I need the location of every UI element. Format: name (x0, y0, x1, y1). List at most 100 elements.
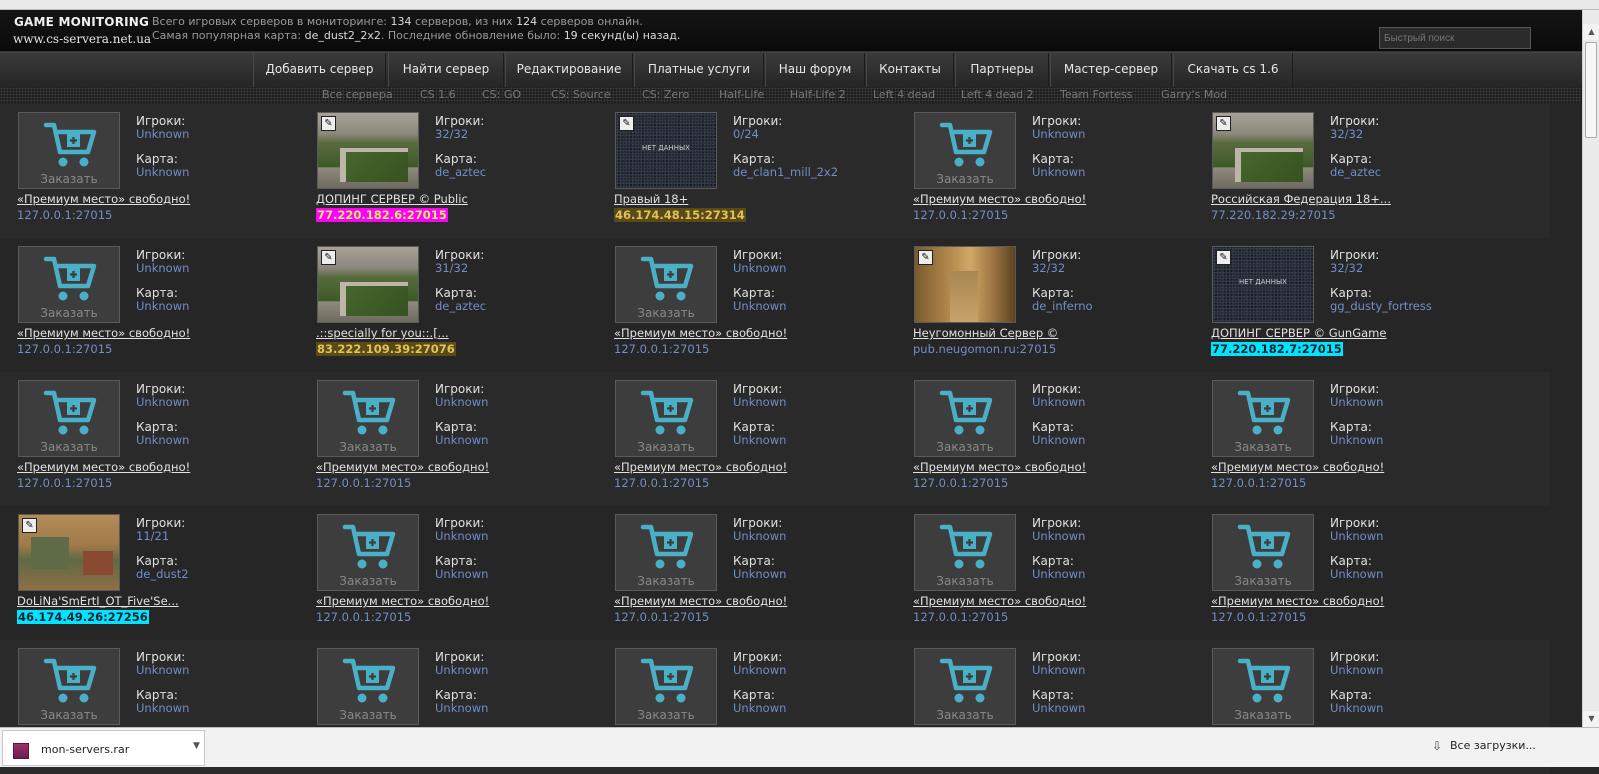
order-premium-button[interactable]: Заказать (18, 112, 120, 189)
server-name-link[interactable]: «Премиум место» свободно! (913, 594, 1086, 608)
all-downloads-link[interactable]: Все загрузки... (1450, 739, 1536, 752)
server-address[interactable]: 46.174.49.26:27256 (17, 610, 149, 624)
server-card[interactable]: ✎ Игроки: 32/32 Карта: de_aztec ДОПИНГ СЕРВЕР… (315, 104, 613, 238)
cart-icon[interactable]: Заказать (19, 381, 119, 456)
order-premium-button[interactable]: Заказать (615, 380, 717, 457)
cart-icon[interactable]: Заказать (19, 113, 119, 188)
order-premium-button[interactable]: Заказать (1212, 648, 1314, 725)
server-name-link[interactable]: «Премиум место» свободно! (1211, 460, 1384, 474)
premium-slot-card[interactable]: Заказать Игроки: Unknown Карта: Unknown «Прем… (613, 372, 911, 506)
cart-icon[interactable]: Заказать (616, 649, 716, 724)
page-scrollbar[interactable]: ▲ ▼ (1582, 10, 1599, 727)
order-premium-button[interactable]: Заказать (914, 514, 1016, 591)
order-premium-button[interactable]: Заказать (914, 112, 1016, 189)
cart-icon[interactable]: Заказать (915, 515, 1015, 590)
nav-link[interactable]: Контакты (866, 53, 954, 87)
server-name-link[interactable]: «Премиум место» свободно! (17, 192, 190, 206)
server-name-link[interactable]: Неугомонный Сервер © (913, 326, 1058, 340)
server-address[interactable]: pub.neugomon.ru:27015 (913, 342, 1056, 356)
map-thumbnail[interactable]: ✎ (317, 246, 419, 323)
server-address[interactable]: 127.0.0.1:27015 (316, 476, 411, 490)
premium-slot-card[interactable]: Заказать Игроки: Unknown Карта: Unknown «Прем… (912, 104, 1210, 238)
cart-icon[interactable]: Заказать (318, 515, 418, 590)
cart-icon[interactable]: Заказать (318, 649, 418, 724)
server-address[interactable]: 127.0.0.1:27015 (1211, 610, 1306, 624)
server-name-link[interactable]: «Премиум место» свободно! (614, 326, 787, 340)
premium-slot-card[interactable]: Заказать Игроки: Unknown Карта: Unknown «Прем… (315, 506, 613, 640)
cart-icon[interactable]: Заказать (616, 381, 716, 456)
game-filter-link[interactable]: Half-Life 2 (790, 88, 846, 101)
map-thumbnail[interactable]: ✎ (317, 112, 419, 189)
map-thumbnail[interactable]: ✎ (1212, 112, 1314, 189)
server-name-link[interactable]: Правый 18+ (614, 192, 688, 206)
order-premium-button[interactable]: Заказать (317, 514, 419, 591)
server-card[interactable]: ✎ НЕТ ДАННЫХ Игроки: 32/32 Карта: gg_dusty_fo… (1210, 238, 1508, 372)
nav-link[interactable]: Добавить сервер (253, 53, 386, 87)
game-filter-link[interactable]: CS 1.6 (420, 88, 456, 101)
premium-slot-card[interactable]: Заказать Игроки: Unknown Карта: Unknown «Прем… (16, 104, 314, 238)
game-filter-link[interactable]: CS: GO (482, 88, 521, 101)
nav-link[interactable]: Мастер-сервер (1050, 53, 1172, 87)
server-card[interactable]: ✎ Игроки: 31/32 Карта: de_aztec .::specially … (315, 238, 613, 372)
cart-icon[interactable]: Заказать (915, 381, 1015, 456)
server-address[interactable]: 127.0.0.1:27015 (17, 342, 112, 356)
premium-slot-card[interactable]: Заказать Игроки: Unknown Карта: Unknown «Прем… (16, 372, 314, 506)
premium-slot-card[interactable]: Заказать Игроки: Unknown Карта: Unknown «Прем… (16, 238, 314, 372)
cart-icon[interactable]: Заказать (915, 113, 1015, 188)
premium-slot-card[interactable]: Заказать Игроки: Unknown Карта: Unknown «Прем… (315, 372, 613, 506)
order-premium-button[interactable]: Заказать (1212, 380, 1314, 457)
server-name-link[interactable]: «Премиум место» свободно! (1211, 594, 1384, 608)
cart-icon[interactable]: Заказать (616, 515, 716, 590)
quick-search-input[interactable] (1379, 27, 1531, 49)
scroll-up-icon[interactable]: ▲ (1583, 24, 1599, 40)
map-thumbnail[interactable]: ✎ НЕТ ДАННЫХ (1212, 246, 1314, 323)
game-filter-link[interactable]: Left 4 dead (873, 88, 935, 101)
nav-link[interactable]: Найти сервер (388, 53, 504, 87)
nav-link[interactable]: Партнеры (955, 53, 1049, 87)
cart-icon[interactable]: Заказать (616, 247, 716, 322)
server-card[interactable]: ✎ Игроки: 32/32 Карта: de_inferno Неугомонный… (912, 238, 1210, 372)
server-address[interactable]: 46.174.48.15:27314 (614, 208, 746, 222)
server-name-link[interactable]: «Премиум место» свободно! (17, 460, 190, 474)
nav-link[interactable]: Наш форум (765, 53, 865, 87)
order-premium-button[interactable]: Заказать (18, 380, 120, 457)
nav-link[interactable]: Платные услуги (634, 53, 764, 87)
server-address[interactable]: 127.0.0.1:27015 (316, 610, 411, 624)
server-name-link[interactable]: Российская Федерация 18+... (1211, 192, 1391, 206)
game-filter-link[interactable]: Team Fortess (1060, 88, 1132, 101)
map-thumbnail[interactable]: ✎ НЕТ ДАННЫХ (615, 112, 717, 189)
cart-icon[interactable]: Заказать (318, 381, 418, 456)
server-name-link[interactable]: «Премиум место» свободно! (614, 460, 787, 474)
order-premium-button[interactable]: Заказать (1212, 514, 1314, 591)
premium-slot-card[interactable]: Заказать Игроки: Unknown Карта: Unknown «Прем… (613, 506, 911, 640)
order-premium-button[interactable]: Заказать (18, 246, 120, 323)
server-name-link[interactable]: «Премиум место» свободно! (316, 594, 489, 608)
server-address[interactable]: 127.0.0.1:27015 (614, 342, 709, 356)
server-name-link[interactable]: .::specially for you::.[... (316, 326, 449, 340)
cart-icon[interactable]: Заказать (1213, 515, 1313, 590)
server-name-link[interactable]: «Премиум место» свободно! (17, 326, 190, 340)
game-filter-link[interactable]: CS: Zero (642, 88, 689, 101)
server-card[interactable]: ✎ НЕТ ДАННЫХ Игроки: 0/24 Карта: de_clan1_mil… (613, 104, 911, 238)
nav-link[interactable]: Скачать cs 1.6 (1173, 53, 1293, 87)
server-card[interactable]: ✎ Игроки: 32/32 Карта: de_aztec Российская Фе… (1210, 104, 1508, 238)
cart-icon[interactable]: Заказать (19, 247, 119, 322)
server-address[interactable]: 127.0.0.1:27015 (17, 476, 112, 490)
server-address[interactable]: 77.220.182.29:27015 (1211, 208, 1336, 222)
server-name-link[interactable]: «Премиум место» свободно! (913, 460, 1086, 474)
server-address[interactable]: 127.0.0.1:27015 (17, 208, 112, 222)
game-filter-link[interactable]: Все сервера (322, 88, 393, 101)
cart-icon[interactable]: Заказать (19, 649, 119, 724)
premium-slot-card[interactable]: Заказать Игроки: Unknown Карта: Unknown «Прем… (912, 372, 1210, 506)
order-premium-button[interactable]: Заказать (615, 514, 717, 591)
server-address[interactable]: 77.220.182.6:27015 (316, 208, 448, 222)
scroll-down-icon[interactable]: ▼ (1583, 711, 1599, 727)
cart-icon[interactable]: Заказать (1213, 649, 1313, 724)
order-premium-button[interactable]: Заказать (914, 648, 1016, 725)
server-name-link[interactable]: DoLiNa'SmErtI_OT_Five'Se... (17, 594, 179, 608)
game-filter-link[interactable]: Left 4 dead 2 (961, 88, 1034, 101)
server-address[interactable]: 127.0.0.1:27015 (614, 476, 709, 490)
server-name-link[interactable]: ДОПИНГ СЕРВЕР © GunGame (1211, 326, 1386, 340)
order-premium-button[interactable]: Заказать (914, 380, 1016, 457)
map-thumbnail[interactable]: ✎ (914, 246, 1016, 323)
